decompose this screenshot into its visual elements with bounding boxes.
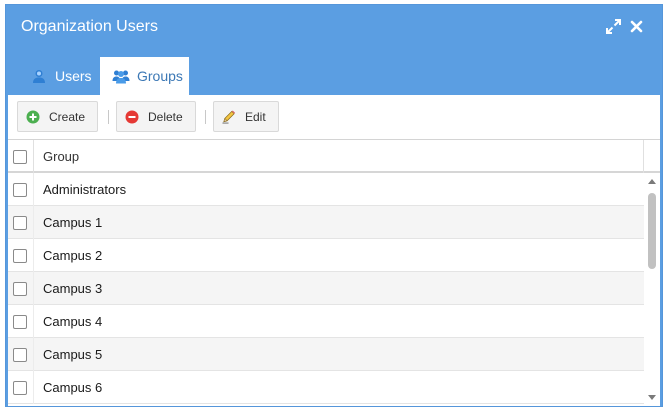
row-checkbox[interactable] (13, 282, 27, 296)
scroll-thumb[interactable] (648, 193, 656, 269)
group-name: Campus 3 (43, 281, 103, 296)
group-list: Administrators Campus 1 Campus 2 Campus … (8, 173, 644, 406)
scroll-down-arrow-icon[interactable] (648, 395, 656, 400)
cell-separator (33, 173, 34, 206)
delete-icon (125, 110, 139, 124)
cell-separator (33, 305, 34, 338)
cell-separator (33, 338, 34, 371)
maximize-icon[interactable] (606, 19, 621, 34)
table-row[interactable]: Campus 6 (8, 371, 644, 404)
cell-separator (33, 239, 34, 272)
grid-header: Group (8, 140, 660, 173)
row-checkbox[interactable] (13, 216, 27, 230)
row-checkbox[interactable] (13, 183, 27, 197)
table-row[interactable]: Campus 4 (8, 305, 644, 338)
toolbar: Create Delete Edit (8, 95, 660, 140)
pencil-icon (222, 109, 236, 124)
edit-button[interactable]: Edit (213, 101, 279, 132)
group-name: Campus 4 (43, 314, 103, 329)
scroll-up-arrow-icon[interactable] (648, 179, 656, 184)
group-icon (112, 68, 130, 84)
toolbar-separator (108, 110, 109, 124)
column-separator (33, 140, 34, 173)
tab-groups[interactable]: Groups (100, 57, 189, 95)
table-row[interactable]: Administrators (8, 173, 644, 206)
table-row[interactable]: Campus 2 (8, 239, 644, 272)
table-row[interactable]: Campus 1 (8, 206, 644, 239)
create-button[interactable]: Create (17, 101, 98, 132)
group-name: Campus 2 (43, 248, 103, 263)
edit-button-label: Edit (245, 109, 266, 124)
select-all-checkbox[interactable] (13, 150, 27, 164)
column-separator (643, 140, 644, 173)
group-name: Administrators (43, 182, 127, 197)
window-title: Organization Users (21, 18, 158, 35)
groups-panel: Create Delete Edit Group Administrators … (8, 95, 660, 406)
group-name: Campus 1 (43, 215, 103, 230)
tab-groups-label: Groups (137, 68, 183, 84)
row-checkbox[interactable] (13, 381, 27, 395)
delete-button-label: Delete (148, 109, 183, 124)
tab-users[interactable]: Users (18, 57, 104, 95)
vertical-scrollbar[interactable] (644, 173, 660, 406)
user-icon (30, 68, 48, 84)
table-row[interactable]: Campus 3 (8, 272, 644, 305)
tab-bar: Users Groups (6, 57, 662, 95)
toolbar-separator (205, 110, 206, 124)
row-checkbox[interactable] (13, 348, 27, 362)
organization-users-window: Organization Users Users Groups Create D… (5, 4, 663, 407)
cell-separator (33, 206, 34, 239)
group-name: Campus 5 (43, 347, 103, 362)
row-checkbox[interactable] (13, 315, 27, 329)
column-header-group[interactable]: Group (43, 149, 79, 164)
cell-separator (33, 272, 34, 305)
table-row[interactable]: Campus 5 (8, 338, 644, 371)
tab-users-label: Users (55, 68, 92, 84)
window-tools (606, 19, 644, 34)
close-icon[interactable] (629, 19, 644, 34)
group-name: Campus 6 (43, 380, 103, 395)
add-icon (26, 110, 40, 124)
delete-button[interactable]: Delete (116, 101, 196, 132)
row-checkbox[interactable] (13, 249, 27, 263)
create-button-label: Create (49, 109, 86, 124)
cell-separator (33, 371, 34, 404)
